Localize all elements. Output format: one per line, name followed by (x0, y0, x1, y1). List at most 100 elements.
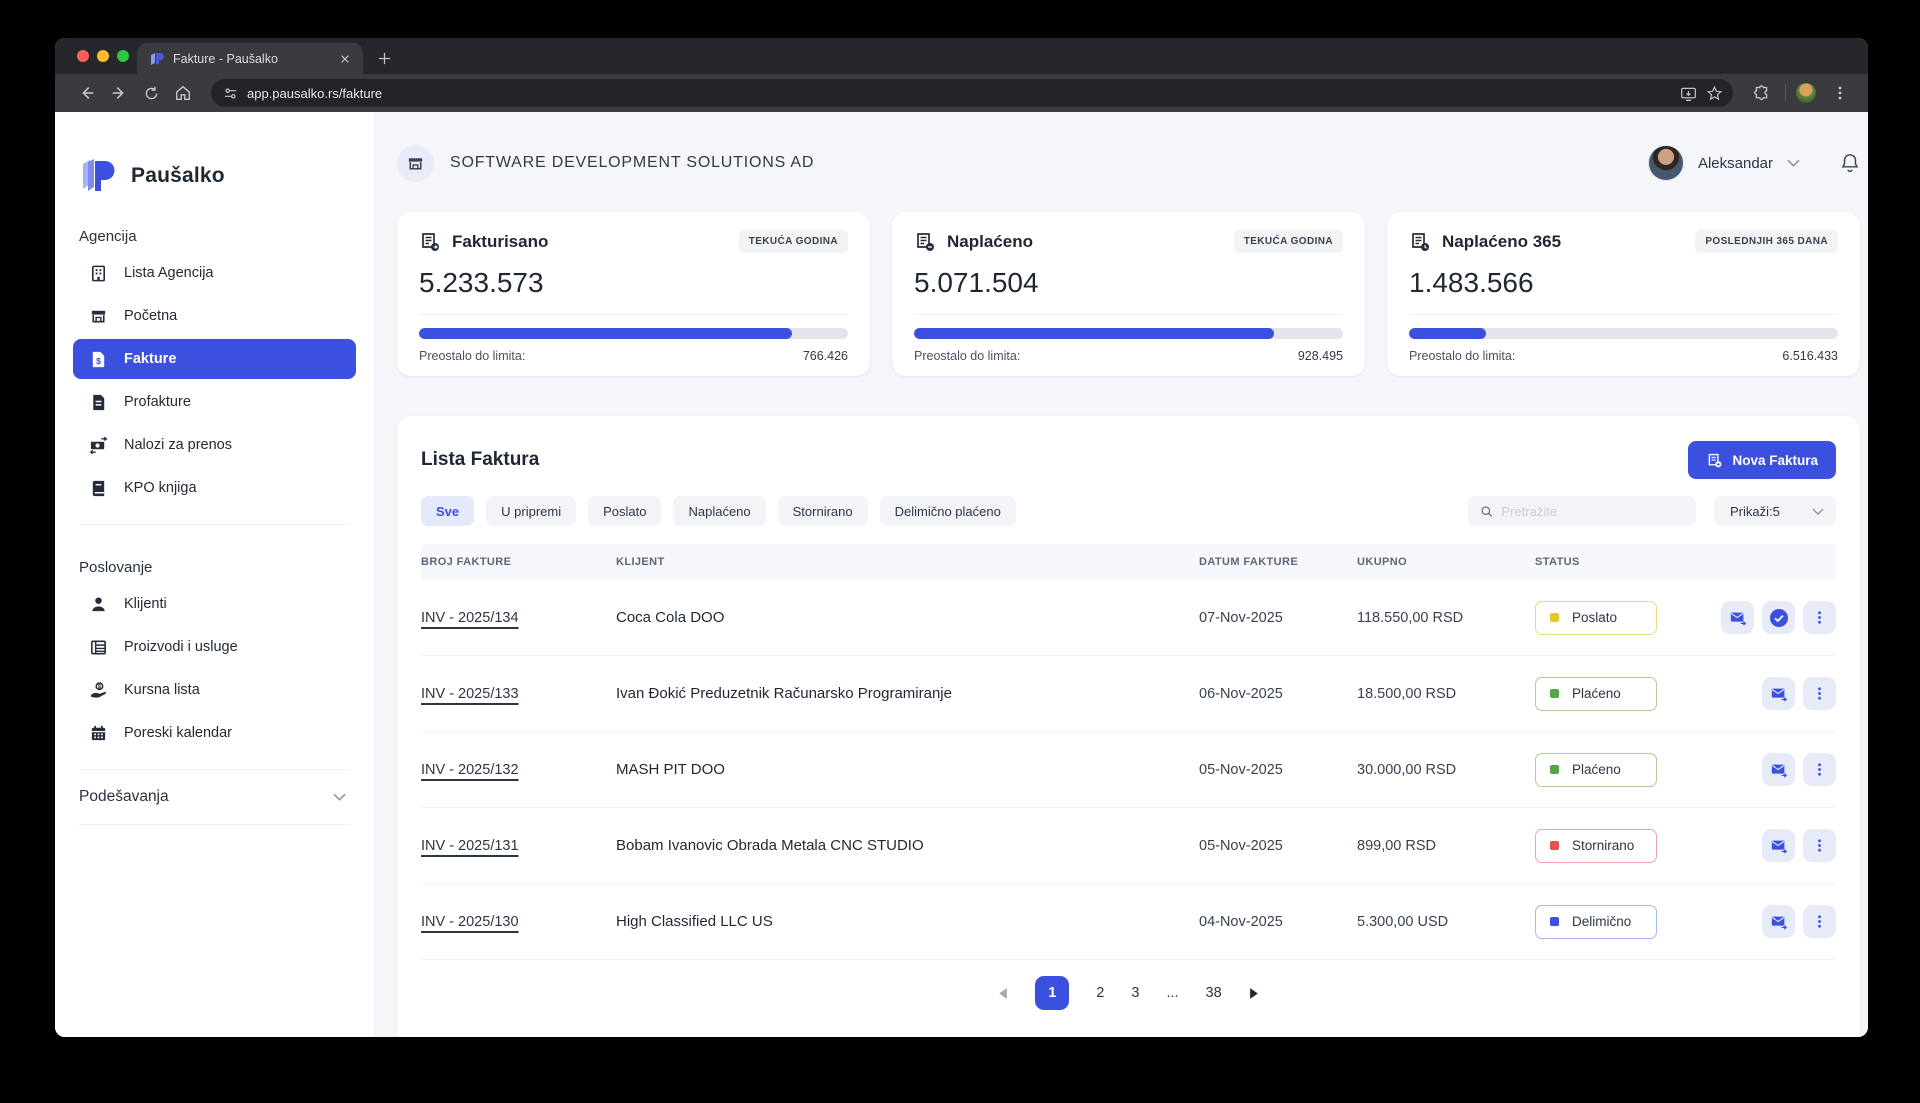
row-actions (1721, 753, 1836, 786)
row-menu-button[interactable] (1803, 829, 1836, 862)
stat-card-fakturisano: Fakturisano TEKUĆA GODINA 5.233.573 Preo… (397, 212, 870, 376)
sidebar-item-lista-agencija[interactable]: Lista Agencija (73, 253, 356, 293)
filter-chip-sve[interactable]: Sve (421, 496, 474, 526)
status-badge: Plaćeno (1535, 677, 1657, 711)
progress-fill (914, 328, 1274, 339)
bookmark-star-icon[interactable] (1706, 85, 1723, 102)
sidebar-item-pocetna[interactable]: Početna (73, 296, 356, 336)
invoice-table: BROJ FAKTURE KLIJENT DATUM FAKTURE UKUPN… (421, 544, 1836, 960)
browser-menu-icon[interactable] (1826, 79, 1854, 107)
site-settings-icon[interactable] (223, 86, 238, 101)
sidebar-item-proizvodi-i-usluge[interactable]: Proizvodi i usluge (73, 627, 356, 667)
invoice-number-link[interactable]: INV - 2025/134 (421, 610, 616, 626)
chevron-down-icon[interactable] (1787, 159, 1800, 167)
send-email-button[interactable] (1762, 753, 1795, 786)
kebab-menu-icon (1812, 838, 1827, 853)
invoice-number-link[interactable]: INV - 2025/132 (421, 762, 616, 778)
sidebar-item-poreski-kalendar[interactable]: Poreski kalendar (73, 713, 356, 753)
sidebar-item-kpo-knjiga[interactable]: KPO knjiga (73, 468, 356, 508)
main-header: SOFTWARE DEVELOPMENT SOLUTIONS AD Aleksa… (397, 140, 1860, 186)
stat-period-badge: TEKUĆA GODINA (1234, 230, 1343, 253)
reload-icon[interactable] (137, 79, 165, 107)
sidebar-item-profakture[interactable]: Profakture (73, 382, 356, 422)
filter-chip-poslato[interactable]: Poslato (588, 496, 661, 526)
status-label: Poslato (1572, 610, 1617, 625)
page-button-38[interactable]: 38 (1206, 985, 1222, 1001)
url-bar[interactable]: app.pausalko.rs/fakture (211, 79, 1733, 107)
page-button-3[interactable]: 3 (1131, 985, 1139, 1001)
filter-chip-delimicno-placeno[interactable]: Delimično plaćeno (880, 496, 1016, 526)
minimize-window-button[interactable] (97, 50, 109, 62)
invoice-number-link[interactable]: INV - 2025/130 (421, 914, 616, 930)
sidebar-item-label: Lista Agencija (124, 265, 213, 281)
storefront-icon (89, 307, 108, 326)
send-email-button[interactable] (1721, 601, 1754, 634)
stat-value: 5.071.504 (914, 267, 1343, 299)
page-button-1[interactable]: 1 (1035, 976, 1069, 1010)
envelope-send-icon (1729, 609, 1747, 627)
tab-close-icon[interactable] (337, 51, 353, 67)
search-input[interactable] (1501, 504, 1684, 519)
next-page-icon[interactable] (1249, 987, 1260, 1000)
user-name[interactable]: Aleksandar (1698, 155, 1773, 172)
sidebar-item-kursna-lista[interactable]: $ Kursna lista (73, 670, 356, 710)
notifications-bell-icon[interactable] (1840, 152, 1860, 174)
brand[interactable]: Paušalko (55, 158, 374, 194)
status-dot-icon (1550, 613, 1559, 622)
traffic-lights (77, 50, 129, 62)
client-name: Coca Cola DOO (616, 609, 1199, 626)
search-box[interactable] (1468, 496, 1696, 526)
invoice-add-icon (1706, 452, 1723, 469)
invoice-date: 05-Nov-2025 (1199, 838, 1357, 854)
progress-fill (1409, 328, 1486, 339)
row-menu-button[interactable] (1803, 753, 1836, 786)
close-window-button[interactable] (77, 50, 89, 62)
browser-profile-avatar[interactable] (1796, 83, 1816, 103)
row-menu-button[interactable] (1803, 905, 1836, 938)
new-tab-button[interactable] (371, 45, 397, 71)
install-app-icon[interactable] (1680, 85, 1697, 102)
page-size-label: Prikaži:5 (1730, 504, 1780, 519)
home-icon[interactable] (169, 79, 197, 107)
section-label-poslovanje: Poslovanje (79, 559, 350, 576)
user-avatar[interactable] (1648, 145, 1684, 181)
filter-chip-u-pripremi[interactable]: U pripremi (486, 496, 576, 526)
browser-tab[interactable]: Fakture - Paušalko (137, 43, 363, 74)
send-email-button[interactable] (1762, 677, 1795, 710)
row-menu-button[interactable] (1803, 601, 1836, 634)
filter-chip-naplaceno[interactable]: Naplaćeno (673, 496, 765, 526)
main-area: SOFTWARE DEVELOPMENT SOLUTIONS AD Aleksa… (375, 112, 1868, 1037)
sidebar-divider (79, 769, 350, 770)
sidebar-divider (79, 524, 350, 525)
zoom-window-button[interactable] (117, 50, 129, 62)
sidebar-settings[interactable]: Podešavanja (55, 786, 374, 808)
extensions-icon[interactable] (1747, 79, 1775, 107)
page-content: Paušalko Agencija Lista Agencija Početna… (55, 112, 1868, 1037)
kebab-menu-icon (1812, 762, 1827, 777)
stat-period-badge: POSLEDNJIH 365 DANA (1695, 230, 1838, 253)
previous-page-icon[interactable] (997, 987, 1008, 1000)
chevron-down-icon (1812, 508, 1824, 515)
sidebar-item-fakture[interactable]: $ Fakture (73, 339, 356, 379)
stats-row: Fakturisano TEKUĆA GODINA 5.233.573 Preo… (397, 212, 1860, 376)
invoice-date: 05-Nov-2025 (1199, 762, 1357, 778)
new-invoice-button[interactable]: Nova Faktura (1688, 441, 1836, 479)
sidebar-item-nalozi-za-prenos[interactable]: Nalozi za prenos (73, 425, 356, 465)
page-size-select[interactable]: Prikaži:5 (1714, 496, 1836, 526)
page-button-2[interactable]: 2 (1096, 985, 1104, 1001)
send-email-button[interactable] (1762, 829, 1795, 862)
sidebar-item-label: Poreski kalendar (124, 725, 232, 741)
back-icon[interactable] (73, 79, 101, 107)
search-icon (1480, 504, 1493, 519)
invoice-number-link[interactable]: INV - 2025/133 (421, 686, 616, 702)
invoice-number-link[interactable]: INV - 2025/131 (421, 838, 616, 854)
filter-chip-stornirano[interactable]: Stornirano (778, 496, 868, 526)
mark-paid-button[interactable] (1762, 601, 1795, 634)
row-menu-button[interactable] (1803, 677, 1836, 710)
send-email-button[interactable] (1762, 905, 1795, 938)
sidebar-item-klijenti[interactable]: Klijenti (73, 584, 356, 624)
forward-icon[interactable] (105, 79, 133, 107)
check-circle-icon (1769, 608, 1789, 628)
url-text[interactable]: app.pausalko.rs/fakture (247, 86, 1671, 101)
sidebar-item-label: Profakture (124, 394, 191, 410)
